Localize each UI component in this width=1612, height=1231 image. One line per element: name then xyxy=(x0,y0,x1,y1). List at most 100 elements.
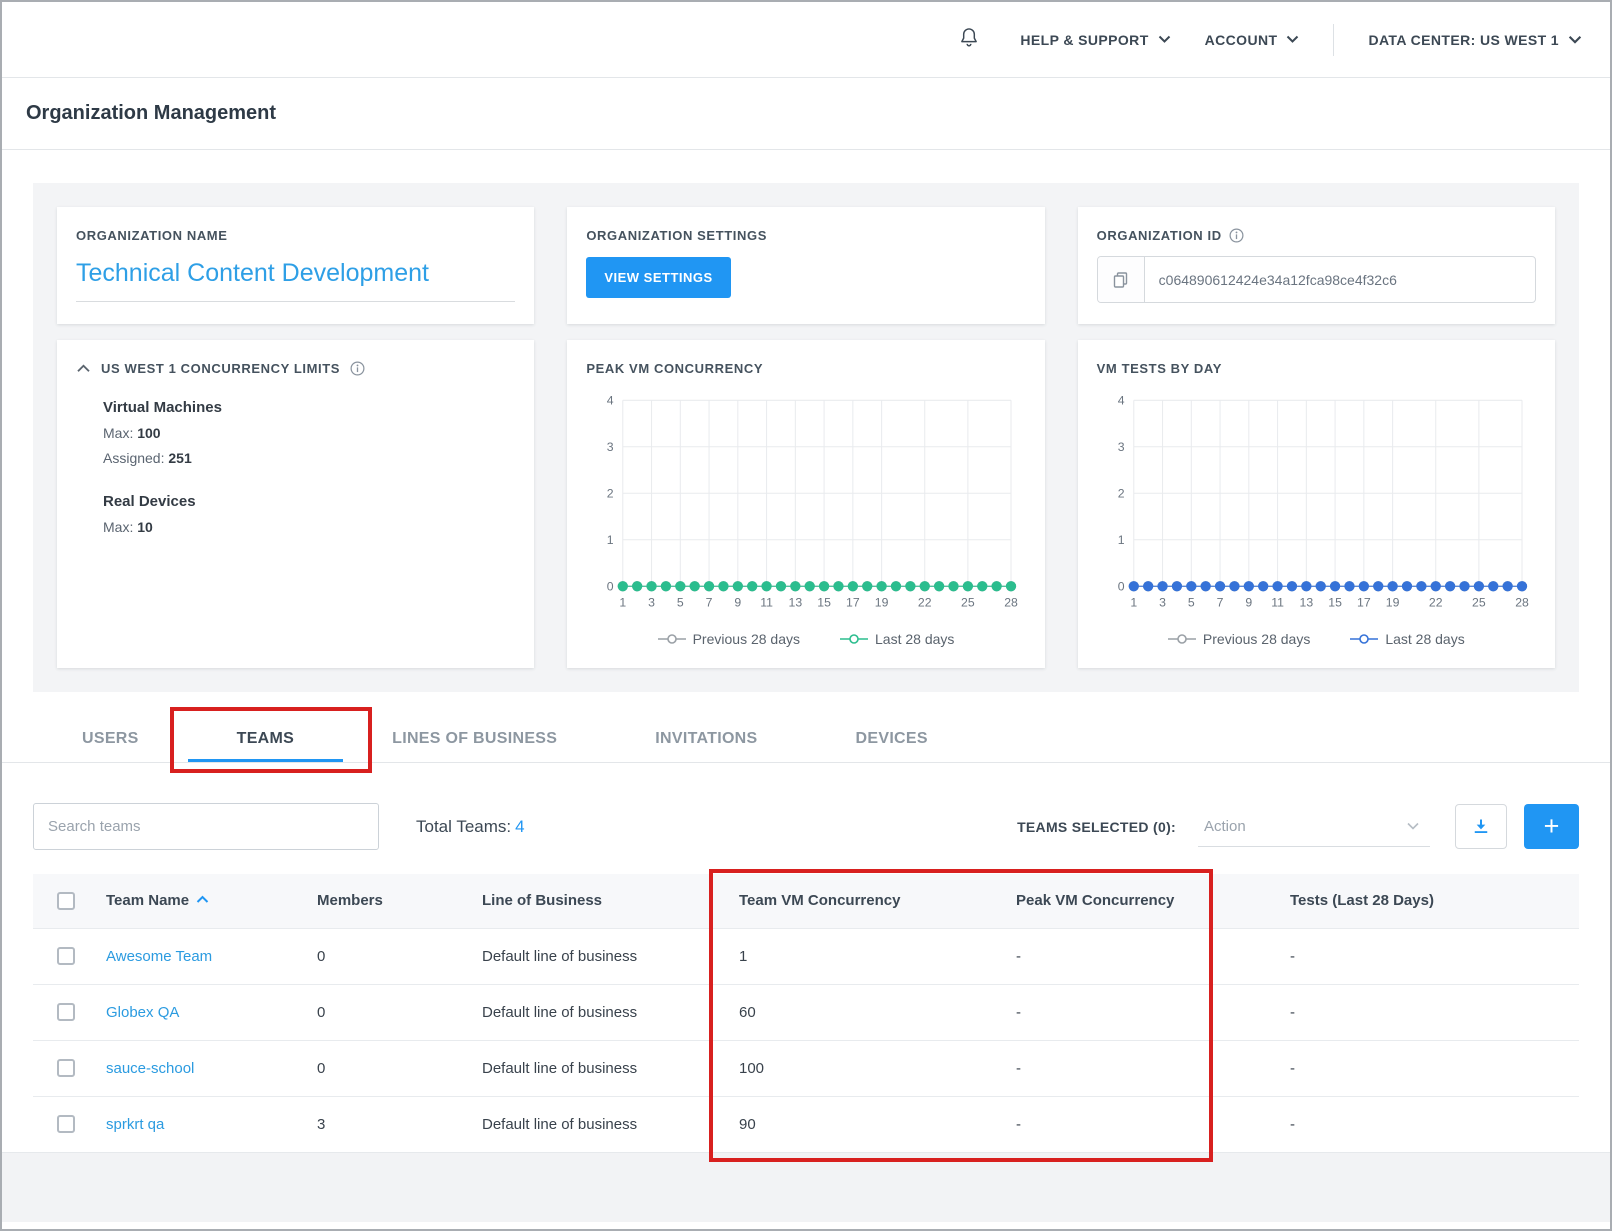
chart-legend: Previous 28 daysLast 28 days xyxy=(586,631,1025,647)
tab-teams[interactable]: TEAMS xyxy=(188,716,344,762)
teams-table-wrap: Team Name Members Line of Business Team … xyxy=(33,874,1579,1152)
nav-divider xyxy=(1333,24,1334,56)
column-header-members: Members xyxy=(314,874,479,928)
team-vm-concurrency-value: 100 xyxy=(739,1060,764,1077)
title-bar: Organization Management xyxy=(2,78,1610,150)
tab-devices[interactable]: DEVICES xyxy=(807,716,977,762)
svg-text:9: 9 xyxy=(1245,596,1252,610)
svg-text:2: 2 xyxy=(607,486,614,500)
tab-users[interactable]: USERS xyxy=(33,716,188,762)
search-teams-input[interactable] xyxy=(33,803,379,850)
info-icon[interactable] xyxy=(350,361,365,376)
line-of-business-value: Default line of business xyxy=(482,1116,637,1133)
view-settings-button[interactable]: VIEW SETTINGS xyxy=(586,257,730,298)
chevron-down-icon xyxy=(1406,822,1420,831)
svg-text:3: 3 xyxy=(607,440,614,454)
team-name-link[interactable]: Awesome Team xyxy=(106,948,212,965)
vm-tests-by-day-chart: 01234135791113151719222528 xyxy=(1097,386,1536,629)
row-checkbox[interactable] xyxy=(57,947,75,965)
real-devices-heading: Real Devices xyxy=(103,493,515,510)
card-row-bottom: US WEST 1 CONCURRENCY LIMITS Virtual Mac… xyxy=(57,340,1555,668)
tests-value: - xyxy=(1290,948,1295,965)
teams-selected-label: TEAMS SELECTED (0): xyxy=(1017,819,1176,835)
page-title: Organization Management xyxy=(26,102,276,125)
tab-invitations[interactable]: INVITATIONS xyxy=(606,716,806,762)
team-vm-concurrency-value: 90 xyxy=(739,1116,756,1133)
row-checkbox[interactable] xyxy=(57,1059,75,1077)
organization-name-input[interactable]: Technical Content Development xyxy=(76,259,515,302)
add-team-button[interactable]: + xyxy=(1524,804,1579,849)
peak-vm-concurrency-value: - xyxy=(1016,1004,1021,1021)
vm-max-label: Max: xyxy=(103,425,133,441)
chart-legend: Previous 28 daysLast 28 days xyxy=(1097,631,1536,647)
help-support-menu[interactable]: HELP & SUPPORT xyxy=(1020,32,1170,48)
data-center-menu[interactable]: DATA CENTER: US WEST 1 xyxy=(1368,32,1582,48)
chevron-down-icon xyxy=(1568,35,1582,45)
svg-text:17: 17 xyxy=(1357,596,1371,610)
row-checkbox[interactable] xyxy=(57,1003,75,1021)
peak-vm-concurrency-value: - xyxy=(1016,948,1021,965)
svg-text:3: 3 xyxy=(1159,596,1166,610)
vm-tests-by-day-title: VM TESTS BY DAY xyxy=(1097,361,1536,376)
account-menu[interactable]: ACCOUNT xyxy=(1205,32,1300,48)
organization-id-label: ORGANIZATION ID xyxy=(1097,228,1222,243)
column-header-team-vm-concurrency: Team VM Concurrency xyxy=(736,874,1013,928)
action-dropdown-value: Action xyxy=(1204,818,1246,835)
org-tabs: USERS TEAMS LINES OF BUSINESS INVITATION… xyxy=(2,716,1610,763)
total-teams: Total Teams:4 xyxy=(416,817,525,837)
legend-marker-icon xyxy=(658,633,686,645)
svg-text:28: 28 xyxy=(1515,596,1529,610)
organization-name-label: ORGANIZATION NAME xyxy=(76,228,515,243)
tab-lines-of-business[interactable]: LINES OF BUSINESS xyxy=(343,716,606,762)
tests-value: - xyxy=(1290,1116,1295,1133)
svg-text:0: 0 xyxy=(607,579,614,593)
copy-icon[interactable] xyxy=(1098,257,1145,302)
peak-vm-concurrency-value: - xyxy=(1016,1060,1021,1077)
line-of-business-value: Default line of business xyxy=(482,1060,637,1077)
column-header-team-name[interactable]: Team Name xyxy=(103,874,314,928)
collapse-chevron-up-icon[interactable] xyxy=(76,363,91,374)
info-icon[interactable] xyxy=(1229,228,1244,243)
sort-ascending-icon xyxy=(196,895,209,904)
svg-text:28: 28 xyxy=(1005,596,1019,610)
footer-strip xyxy=(2,1152,1610,1222)
concurrency-limits-title: US WEST 1 CONCURRENCY LIMITS xyxy=(101,361,340,376)
team-name-link[interactable]: sauce-school xyxy=(106,1060,194,1077)
account-label: ACCOUNT xyxy=(1205,32,1278,48)
svg-text:25: 25 xyxy=(1472,596,1486,610)
vm-assigned-value: 251 xyxy=(168,450,191,466)
svg-text:25: 25 xyxy=(961,596,975,610)
action-dropdown[interactable]: Action xyxy=(1198,807,1430,847)
table-row: sauce-school0Default line of business100… xyxy=(33,1040,1579,1096)
svg-text:11: 11 xyxy=(761,596,774,610)
vm-tests-by-day-card: VM TESTS BY DAY 012341357911131517192225… xyxy=(1078,340,1555,668)
members-value: 0 xyxy=(317,1004,325,1021)
download-icon xyxy=(1471,817,1491,837)
legend-item: Previous 28 days xyxy=(1168,631,1310,647)
select-all-checkbox[interactable] xyxy=(57,892,75,910)
team-name-link[interactable]: Globex QA xyxy=(106,1004,179,1021)
svg-text:1: 1 xyxy=(607,533,614,547)
download-button[interactable] xyxy=(1455,804,1507,849)
svg-text:15: 15 xyxy=(818,596,832,610)
row-checkbox[interactable] xyxy=(57,1115,75,1133)
table-row: Globex QA0Default line of business60-- xyxy=(33,984,1579,1040)
svg-text:3: 3 xyxy=(1117,440,1124,454)
line-of-business-value: Default line of business xyxy=(482,1004,637,1021)
select-all-cell xyxy=(33,874,103,928)
tests-value: - xyxy=(1290,1004,1295,1021)
svg-text:5: 5 xyxy=(1188,596,1195,610)
team-vm-concurrency-value: 1 xyxy=(739,948,747,965)
vm-max-line: Max: 100 xyxy=(103,425,515,441)
svg-text:4: 4 xyxy=(607,393,614,407)
svg-text:13: 13 xyxy=(789,596,803,610)
organization-settings-card: ORGANIZATION SETTINGS VIEW SETTINGS xyxy=(567,207,1044,324)
team-name-link[interactable]: sprkrt qa xyxy=(106,1116,164,1133)
concurrency-limits-card: US WEST 1 CONCURRENCY LIMITS Virtual Mac… xyxy=(57,340,534,668)
svg-text:22: 22 xyxy=(918,596,932,610)
svg-text:11: 11 xyxy=(1271,596,1284,610)
teams-table-body: Awesome Team 0 Default line of business 1 - -… xyxy=(33,928,1579,1152)
notifications-bell-icon[interactable] xyxy=(958,25,980,54)
org-summary-panel: ORGANIZATION NAME Technical Content Deve… xyxy=(33,183,1579,692)
organization-settings-label: ORGANIZATION SETTINGS xyxy=(586,228,1025,243)
